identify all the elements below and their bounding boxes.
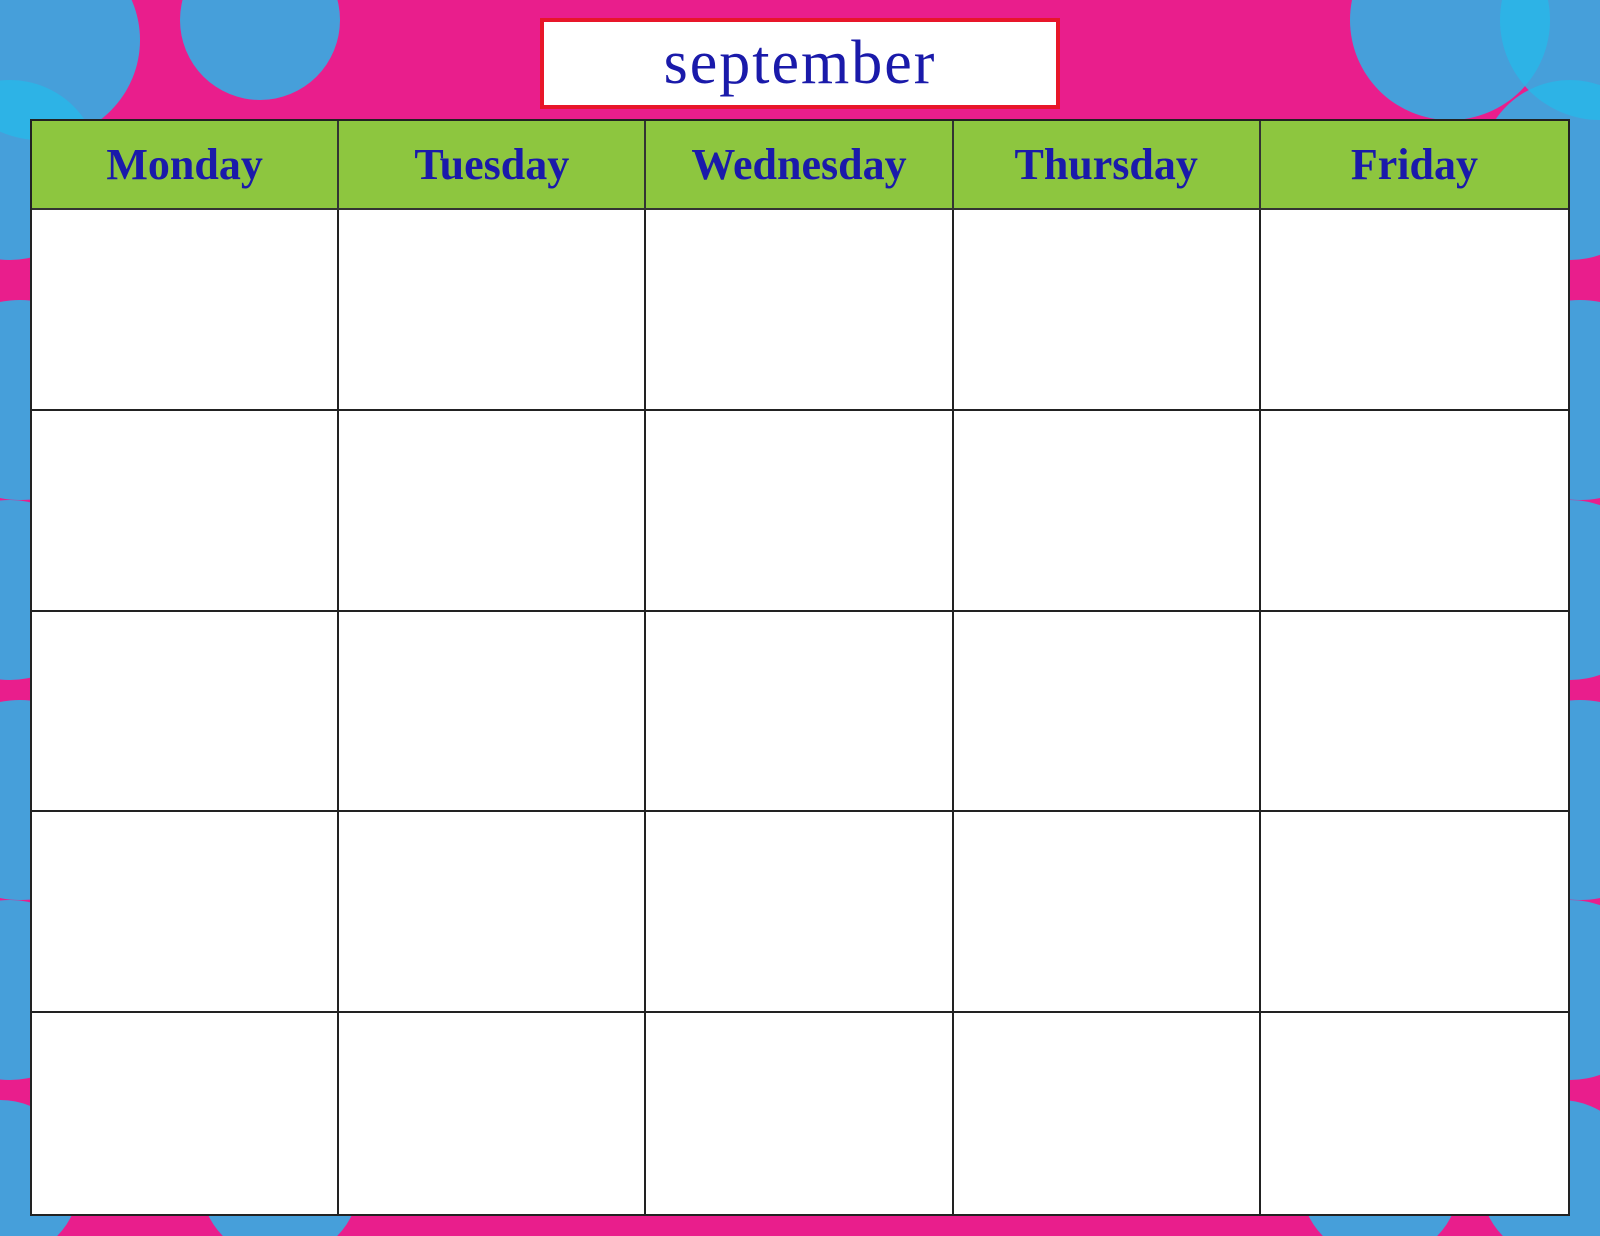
- calendar-cell[interactable]: [32, 612, 339, 813]
- calendar-cell[interactable]: [1261, 1013, 1568, 1214]
- title-box: september: [540, 18, 1060, 109]
- calendar-body: [32, 210, 1568, 1214]
- calendar-cell[interactable]: [339, 210, 646, 411]
- calendar-cell[interactable]: [1261, 612, 1568, 813]
- calendar-title: september: [664, 29, 937, 97]
- calendar-cell[interactable]: [646, 411, 953, 612]
- calendar-cell[interactable]: [339, 612, 646, 813]
- calendar-cell[interactable]: [339, 1013, 646, 1214]
- calendar-cell[interactable]: [32, 812, 339, 1013]
- calendar-cell[interactable]: [32, 411, 339, 612]
- calendar-cell[interactable]: [339, 411, 646, 612]
- calendar-cell[interactable]: [646, 1013, 953, 1214]
- calendar-container: MondayTuesdayWednesdayThursdayFriday: [30, 119, 1570, 1216]
- calendar-cell[interactable]: [954, 812, 1261, 1013]
- calendar-cell[interactable]: [954, 210, 1261, 411]
- calendar-cell[interactable]: [954, 612, 1261, 813]
- day-header-tuesday: Tuesday: [339, 121, 646, 210]
- calendar-cell[interactable]: [954, 411, 1261, 612]
- calendar-cell[interactable]: [32, 210, 339, 411]
- calendar-cell[interactable]: [339, 812, 646, 1013]
- calendar-header: MondayTuesdayWednesdayThursdayFriday: [32, 121, 1568, 210]
- calendar-cell[interactable]: [1261, 411, 1568, 612]
- calendar-cell[interactable]: [954, 1013, 1261, 1214]
- calendar-cell[interactable]: [1261, 812, 1568, 1013]
- calendar-cell[interactable]: [32, 1013, 339, 1214]
- day-header-friday: Friday: [1261, 121, 1568, 210]
- calendar-cell[interactable]: [646, 210, 953, 411]
- calendar-cell[interactable]: [1261, 210, 1568, 411]
- calendar-cell[interactable]: [646, 612, 953, 813]
- calendar-wrapper: september MondayTuesdayWednesdayThursday…: [0, 0, 1600, 1236]
- day-header-thursday: Thursday: [954, 121, 1261, 210]
- day-header-wednesday: Wednesday: [646, 121, 953, 210]
- day-header-monday: Monday: [32, 121, 339, 210]
- calendar-cell[interactable]: [646, 812, 953, 1013]
